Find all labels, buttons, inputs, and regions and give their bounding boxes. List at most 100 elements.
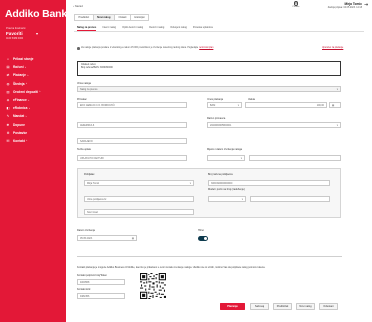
tab-new-order[interactable]: Novi nalog xyxy=(92,14,114,21)
chevron-right-icon: › xyxy=(26,139,28,143)
payment-guide-link[interactable]: Uputstvo za plaćanje xyxy=(322,47,343,49)
sidebar: Addiko Bank Pravna lica/naziv Favoriti ▾… xyxy=(0,0,67,322)
sidebar-item-label: Računi xyxy=(13,65,24,70)
sidebar-item-contact[interactable]: ☏ Kontakt › xyxy=(5,137,63,145)
order-type-value: Nalog za prenos xyxy=(80,87,98,91)
recipient-value: EKO GEMA D.O.O. BORKOVIĆI xyxy=(80,103,115,107)
chevron-down-icon: ▾ xyxy=(237,103,239,107)
purpose-label: Svrha uplate xyxy=(77,148,92,151)
save-button[interactable]: Sačuvaj xyxy=(250,303,269,310)
chevron-down-icon: ▾ xyxy=(336,123,338,127)
urgent-toggle[interactable] xyxy=(198,236,208,241)
recipient-address-input[interactable]: JEZERSKA 6 xyxy=(77,122,187,129)
sidebar-item-topup[interactable]: ⊕ Dopune xyxy=(5,121,63,129)
token-label: Kontakt potpisni broj/Token xyxy=(77,274,108,277)
sender-value: Mirja Tomić xyxy=(87,181,100,185)
recipient-account-select[interactable]: 2020060305800001 ▾ xyxy=(207,122,341,129)
recipient-city-input[interactable]: SARAJEVO xyxy=(77,138,187,145)
order-type-select[interactable]: Nalog za prenos ▾ xyxy=(77,86,341,93)
reference-number-input[interactable] xyxy=(249,155,341,162)
sidebar-item-savings[interactable]: ◍ Štednja › xyxy=(5,80,63,88)
chevron-down-icon: ▾ xyxy=(336,87,338,91)
last-login: Zadnja prijava: 04.05.2023. 14:18 xyxy=(327,6,362,9)
notice-text: Za naloge plaćanja poslane iz ebanking-a… xyxy=(81,47,199,50)
sidebar-item-label: Oročeni depoziti xyxy=(13,89,38,94)
sender-city-input[interactable]: Novi Grad xyxy=(84,209,194,216)
account-name[interactable]: Favoriti xyxy=(6,31,23,36)
recipient-label: Primalac xyxy=(77,98,87,101)
sidebar-item-label: Štednja xyxy=(13,81,25,86)
tab-templates[interactable]: Predlošci xyxy=(74,14,93,21)
token-input[interactable]: 4000568 xyxy=(77,279,125,286)
sidebar-item-overview[interactable]: ⌂ Prikazi stanje xyxy=(5,55,63,63)
amount-label: Iznos plaćanja xyxy=(207,98,223,101)
tab-history[interactable]: Historijat xyxy=(129,14,149,21)
execution-date-input[interactable]: 05.05.2023. ▦ xyxy=(77,235,137,242)
contact-icon: ☏ xyxy=(6,138,10,143)
sender-city-placeholder: Novi Grad xyxy=(87,210,98,214)
calculator-icon: ▦ xyxy=(332,103,335,107)
sender-account-input[interactable]: 3060190000000000 xyxy=(208,180,330,187)
tab-authorizations[interactable]: Ovlasti xyxy=(113,14,130,21)
topup-icon: ⊕ xyxy=(6,122,10,127)
amount-input[interactable]: 100,00 xyxy=(245,102,327,109)
sidebar-item-label: eRobnica xyxy=(13,106,28,111)
qr-code xyxy=(140,273,166,299)
code-input[interactable]: 9482456 xyxy=(77,293,125,300)
sender-reference-model[interactable]: ▾ xyxy=(208,196,246,203)
order-type-label: Vrsta naloga xyxy=(77,82,91,85)
new-order-button[interactable]: Novi nalog xyxy=(296,303,315,310)
chevron-right-icon: › xyxy=(26,82,27,86)
messages-button[interactable]: ✉ Poruke xyxy=(290,1,302,8)
sender-reference-label: Model i poziv na broj (zaduženje) xyxy=(208,188,245,191)
account-selector[interactable]: Odaberi račun: Broj računa/IBAN: 3060450… xyxy=(77,61,341,76)
sender-address-placeholder: Ulica pošiljaoca br. xyxy=(87,197,107,201)
calendar-icon: ▦ xyxy=(131,236,134,240)
recipient-address-value: JEZERSKA 6 xyxy=(80,123,95,127)
sender-select[interactable]: Mirja Tomić ▾ xyxy=(84,180,194,187)
sidebar-item-deposits[interactable]: ▥ Oročeni depoziti › xyxy=(5,88,63,96)
sender-account-label: Broj računa pošiljaoca xyxy=(208,173,233,176)
token-value: 4000568 xyxy=(80,280,90,284)
chevron-down-icon[interactable]: ▾ xyxy=(36,31,38,36)
amount-value: 100,00 xyxy=(316,103,324,107)
template-button[interactable]: Predložak xyxy=(273,303,292,310)
savings-icon: ◍ xyxy=(6,81,10,86)
sender-reference-number[interactable] xyxy=(250,196,330,203)
efinance-icon: ◈ xyxy=(6,98,10,103)
chevron-right-icon: › xyxy=(39,90,41,94)
brand-logo[interactable]: Addiko Bank xyxy=(5,8,67,20)
sidebar-item-accounts[interactable]: ▤ Računi › xyxy=(5,63,63,71)
chevron-down-icon: ▾ xyxy=(240,156,242,160)
account-label: Pravna lica/naziv xyxy=(6,27,26,30)
sender-label: Pošiljalac xyxy=(84,173,95,176)
reference-label: Mjesto i datum izvršenja naloga xyxy=(207,148,243,151)
main-tabs: Predlošci Novi nalog Ovlasti Historijat xyxy=(74,14,149,21)
user-info: Mirja Tomic Zadnja prijava: 04.05.2023. … xyxy=(312,2,362,9)
calculator-button[interactable]: ▦ xyxy=(329,102,341,109)
logout-icon[interactable]: ⇥ xyxy=(364,3,368,8)
sidebar-item-mandate[interactable]: ✎ Mandat › xyxy=(5,112,63,120)
sidebar-item-efinance[interactable]: ◈ eFinance › xyxy=(5,96,63,104)
sidebar-item-estore[interactable]: ◧ eRobnica › xyxy=(5,104,63,112)
sidebar-item-payments[interactable]: ⇄ Plaćanje › xyxy=(5,71,63,79)
settings-icon: ⚙ xyxy=(6,130,10,135)
currency-select[interactable]: BAM ▾ xyxy=(207,102,242,109)
cancel-button[interactable]: Odustani xyxy=(319,303,338,310)
currency-value: BAM xyxy=(210,103,216,107)
recipient-input[interactable]: EKO GEMA D.O.O. BORKOVIĆI xyxy=(77,102,187,109)
back-link[interactable]: ‹ Nazad xyxy=(73,4,83,8)
purpose-input[interactable]: UPLATA PO FAKTURI xyxy=(77,155,187,162)
terms-link[interactable]: terminski plan xyxy=(199,47,213,49)
sidebar-item-settings[interactable]: ⚙ Postavke xyxy=(5,129,63,137)
reference-model-select[interactable]: ▾ xyxy=(207,155,245,162)
currency-label: Valuta xyxy=(248,98,255,101)
payment-notice: Za naloge plaćanja poslane iz ebanking-a… xyxy=(77,47,342,50)
pay-button[interactable]: Plaćanje xyxy=(220,303,245,310)
sender-address-input[interactable]: Ulica pošiljaoca br. xyxy=(84,196,194,203)
sidebar-item-label: Plaćanje xyxy=(13,73,26,78)
sidebar-item-label: Postavke xyxy=(13,130,27,135)
top-bar: ‹ Nazad ✉ Poruke Mirja Tomic Zadnja prij… xyxy=(66,0,372,13)
user-name: Mirja Tomic xyxy=(344,2,362,6)
home-icon: ⌂ xyxy=(7,57,9,62)
